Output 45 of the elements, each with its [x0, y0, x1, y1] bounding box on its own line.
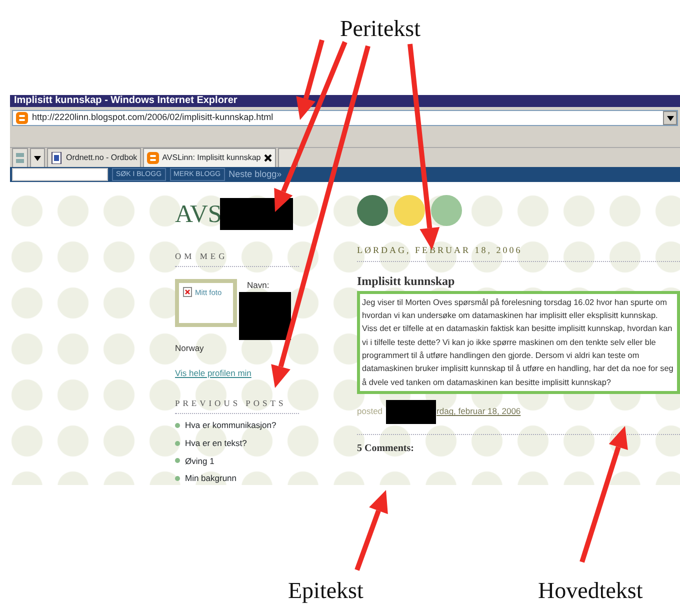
bullet-icon: [175, 440, 180, 446]
bullet-icon: [175, 422, 180, 428]
profile-link[interactable]: Vis hele profilen min: [175, 366, 299, 380]
tab-list-button[interactable]: [30, 148, 45, 168]
decor-circle: [357, 194, 388, 226]
annotation-label: Peritekst: [340, 15, 420, 43]
profile-label: Navn:: [247, 279, 270, 292]
next-blog-link[interactable]: Neste blogg»: [228, 168, 282, 182]
quick-tabs-button[interactable]: [12, 148, 28, 168]
close-icon[interactable]: [264, 154, 272, 162]
page-icon: [51, 152, 63, 164]
post-title: Implisitt kunnskap: [357, 272, 456, 290]
dropdown-button[interactable]: [663, 111, 677, 125]
post-link[interactable]: Min bakgrunn: [185, 472, 237, 485]
url-text: http://2220linn.blogspot.com/2006/02/implisitt-kunnskap.html: [32, 111, 274, 124]
post-date-link[interactable]: rdag, februar 18, 2006: [436, 405, 521, 418]
post-link[interactable]: Hva er en tekst?: [185, 436, 247, 450]
blog-logo-icon: [16, 112, 28, 124]
browser-tab[interactable]: Ordnett.no - Ordbok: [47, 148, 142, 168]
bullet-icon: [175, 458, 180, 464]
section-heading: PREVIOUS POSTS: [175, 397, 299, 414]
blog-title: AVS: [175, 200, 222, 230]
grid-icon: [16, 153, 24, 164]
profile-location: Norway: [175, 342, 205, 354]
window-title: Implisitt kunnskap - Windows Internet Explorer: [10, 95, 680, 107]
bullet-icon: [175, 476, 180, 482]
post-link[interactable]: Hva er kommunikasjon?: [185, 419, 276, 432]
redaction-block: [386, 400, 436, 424]
decor-circle: [394, 194, 425, 226]
annotation-label: Epitekst: [288, 577, 364, 605]
decor-circle: [431, 194, 462, 226]
post-link[interactable]: Øving 1: [185, 454, 214, 468]
posted-label: posted: [357, 405, 383, 418]
section-heading: OM MEG: [175, 250, 299, 267]
browser-tab[interactable]: AVSLinn: Implisitt kunnskap: [143, 148, 276, 168]
address-bar[interactable]: http://2220linn.blogspot.com/2006/02/implisitt-kunnskap.html: [12, 110, 678, 126]
post-body: Jeg viser til Morten Oves spørsmål på forelesning torsdag 16.02 hvor han spurte om hvordan vi kan undersøke om datamaskinen har implisitt eller eksplisitt kunnskap. Viss det er tilfelle at en datamaskin faktisk kan besitte implisitt kunnskap, hvordan kan vi i tilfelle teste dette? Vi kan jo ikke spørre maskinen om den tenkte selv eller ble programmert til å utføre handlingen den gjorde. Dersom vi aldri kan teste om datamaskinen bruker implisitt kunnskap til å utføre en handling, har det da noe for seg å dvele ved tanken om datamaskinen kan besitte implisitt kunnskap?: [357, 290, 680, 394]
search-field[interactable]: [12, 168, 108, 182]
redaction-block: [239, 292, 291, 340]
blog-logo-icon: [147, 152, 160, 164]
broken-image-icon: [183, 287, 192, 297]
caret-icon: [666, 116, 674, 120]
caret-icon: [34, 156, 41, 161]
annotation-label: Hovedtekst: [538, 577, 643, 605]
comments-heading: 5 Comments:: [357, 442, 415, 456]
